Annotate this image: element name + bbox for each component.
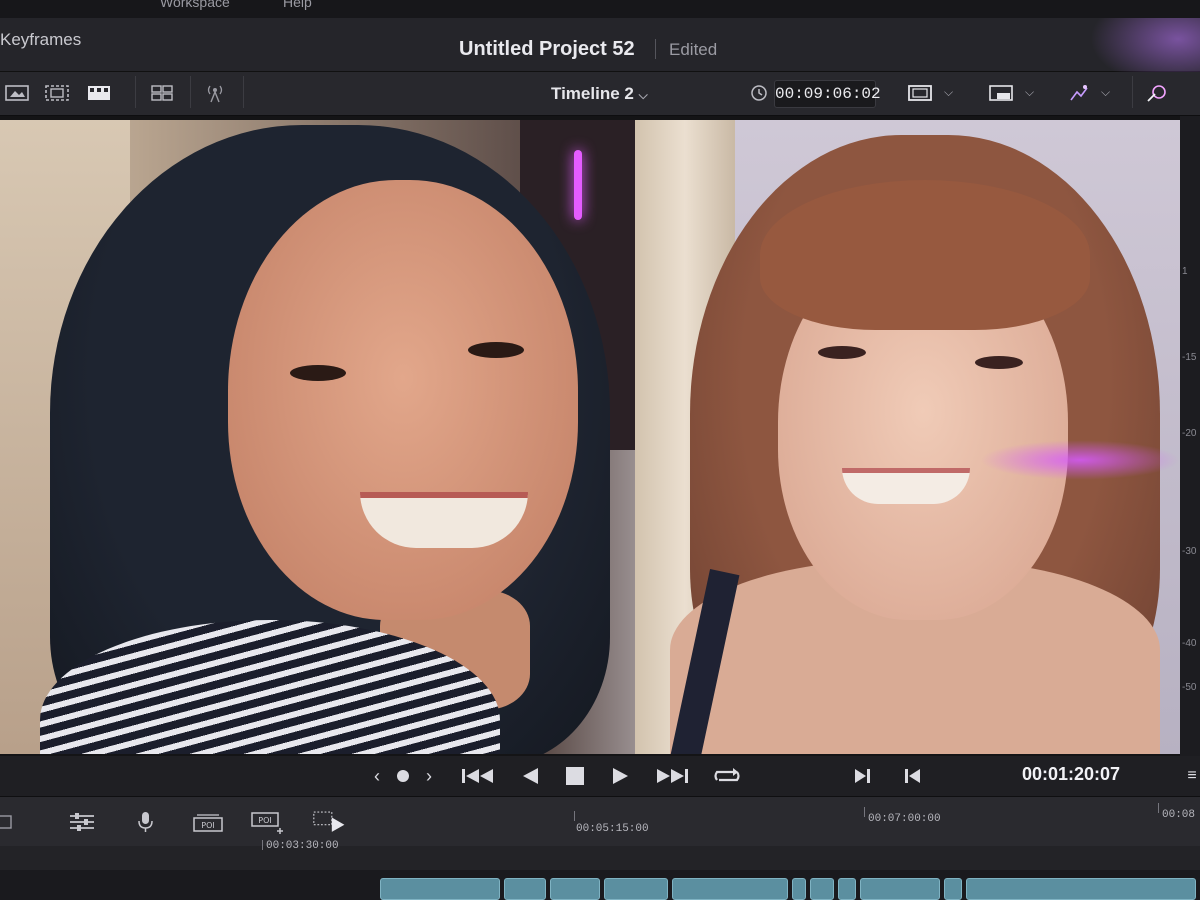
in-point-icon[interactable] [852, 763, 874, 789]
ruler-tick [864, 807, 865, 817]
fast-forward-icon[interactable] [654, 763, 690, 789]
hq-icon[interactable] [984, 78, 1018, 108]
video-clip[interactable] [838, 878, 856, 900]
menu-item-workspace[interactable]: Workspace [160, 0, 230, 10]
ruler-label: 00:07:00:00 [868, 813, 941, 825]
viewer-mode-icon[interactable] [0, 78, 34, 108]
audio-meter-scale: 1 -15 -20 -30 -40 -50 [1180, 116, 1200, 756]
broadcast-icon[interactable] [198, 78, 232, 108]
video-clip[interactable] [672, 878, 788, 900]
ruler-label: 00:05:15:00 [576, 823, 649, 835]
grid-icon[interactable] [0, 807, 22, 837]
ruler-tick [262, 840, 263, 850]
svg-text:POI: POI [258, 816, 271, 825]
person-right-smile [842, 468, 970, 504]
video-clip[interactable] [966, 878, 1196, 900]
sparkle-icon[interactable] [1062, 78, 1096, 108]
stop-icon[interactable] [563, 763, 587, 789]
timecode-clock-icon[interactable] [742, 78, 776, 108]
video-clip[interactable] [550, 878, 600, 900]
scale-tick: -15 [1182, 352, 1197, 363]
scale-tick: -40 [1182, 638, 1197, 649]
video-frame[interactable] [0, 120, 1180, 754]
person-left-eye [290, 365, 346, 381]
toolbar-divider [135, 76, 136, 108]
timeline-duration-timecode[interactable]: 00:09:06:02 [774, 80, 881, 108]
video-clip[interactable] [944, 878, 962, 900]
current-timecode[interactable]: 00:01:20:07 [1022, 764, 1120, 785]
video-clip[interactable] [810, 878, 834, 900]
film-strip-icon[interactable] [82, 78, 116, 108]
person-right-eye [818, 346, 866, 359]
scale-tick: 1 [1182, 266, 1188, 277]
scale-tick: -20 [1182, 428, 1197, 439]
menu-item-help[interactable]: Help [283, 0, 312, 10]
title-divider [655, 39, 656, 59]
magic-mask-icon[interactable] [1140, 78, 1174, 108]
keyframes-panel-label[interactable]: Keyframes [0, 30, 81, 50]
fit-chevron-down-icon[interactable]: ⌵ [944, 85, 953, 100]
video-clip[interactable] [380, 878, 500, 900]
ruler-tick [574, 811, 575, 821]
viewer-panel [0, 116, 1200, 756]
project-title: Untitled Project 52 [459, 38, 635, 60]
video-clip[interactable] [504, 878, 546, 900]
poi-icon[interactable]: POI [190, 807, 226, 837]
timeline-selector[interactable]: Timeline 2 ⌵ [551, 84, 648, 104]
multiview-icon[interactable] [145, 78, 179, 108]
title-bar: Keyframes Untitled Project 52 Edited [0, 18, 1200, 88]
viewer-toolbar: Timeline 2 ⌵ 00:09:06:02 ⌵ ⌵ ⌵ [0, 72, 1200, 116]
scale-tick: -30 [1182, 546, 1197, 557]
track-play-icon[interactable] [312, 807, 348, 837]
toolbar-divider [190, 76, 191, 108]
timeline-ruler-lower[interactable]: 00:03:30:00 [0, 840, 1200, 870]
mic-icon[interactable] [128, 807, 164, 837]
timeline-tracks[interactable]: 00:03:30:00 [0, 840, 1200, 900]
sparkle-chevron-down-icon[interactable]: ⌵ [1101, 85, 1110, 100]
next-edit-icon[interactable]: › [422, 763, 436, 789]
timeline-name: Timeline 2 [551, 84, 634, 103]
clip-view-icon[interactable] [40, 78, 74, 108]
toolbar-divider [1132, 76, 1133, 108]
transport-controls: ‹ › 00:01:20:07 ≡ [0, 756, 1200, 796]
person-left-face [228, 180, 578, 620]
person-right-bangs [760, 180, 1090, 330]
person-right-eye [975, 356, 1023, 369]
out-point-icon[interactable] [901, 763, 923, 789]
svg-text:POI: POI [201, 821, 214, 830]
chevron-down-icon: ⌵ [638, 88, 648, 102]
scale-tick: -50 [1182, 682, 1197, 693]
options-menu-icon[interactable]: ≡ [1184, 763, 1200, 789]
edit-status: Edited [669, 40, 718, 59]
loop-icon[interactable] [710, 763, 744, 789]
menu-bar: Workspace Help [0, 0, 1200, 18]
lens-flare [980, 440, 1180, 480]
previous-edit-icon[interactable]: ‹ [370, 763, 384, 789]
mixer-icon[interactable] [64, 807, 100, 837]
toolbar-divider [243, 76, 244, 108]
neon-light [574, 150, 582, 220]
play-icon[interactable] [609, 763, 633, 789]
video-clip[interactable] [860, 878, 940, 900]
timeline-toolbar: POI POI 00:05:15:00 00:07:00:00 00:08 [0, 796, 1200, 846]
person-left-eye [468, 342, 524, 358]
marker-dot-icon[interactable] [394, 763, 412, 789]
play-reverse-icon[interactable] [518, 763, 542, 789]
hq-chevron-down-icon[interactable]: ⌵ [1025, 85, 1034, 100]
rewind-icon[interactable] [460, 763, 496, 789]
fit-icon[interactable] [903, 78, 937, 108]
ruler-tick [1158, 803, 1159, 813]
video-clip[interactable] [604, 878, 668, 900]
ruler-label: 00:03:30:00 [266, 840, 339, 852]
ruler-label: 00:08 [1162, 809, 1196, 821]
poi-add-icon[interactable]: POI [250, 807, 286, 837]
video-clip[interactable] [792, 878, 806, 900]
